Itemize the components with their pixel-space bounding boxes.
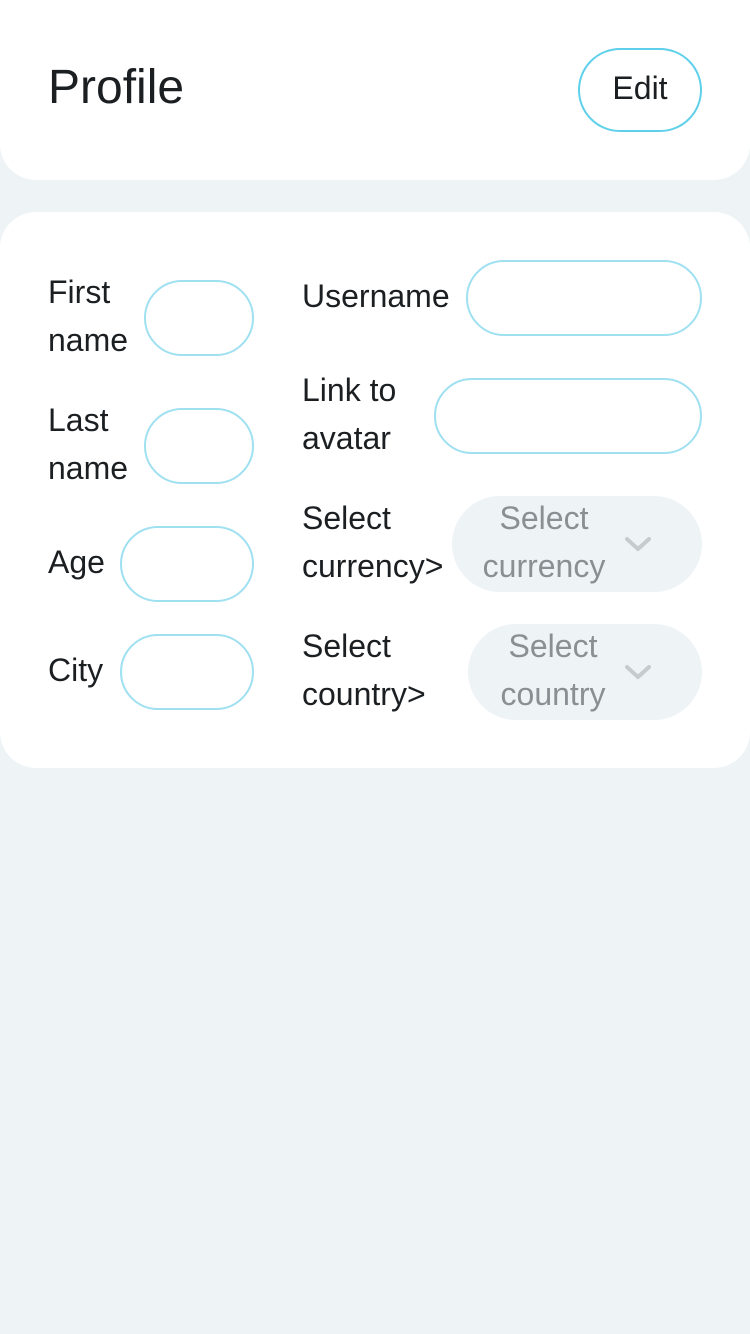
chevron-down-icon xyxy=(625,665,651,679)
first-name-label-line2: name xyxy=(48,322,129,358)
country-placeholder-line1: Select xyxy=(508,628,598,664)
country-label-line2: country> xyxy=(302,676,426,712)
profile-form-card: First name Last name Age City Username L… xyxy=(0,212,750,768)
currency-placeholder-line2: currency xyxy=(482,548,606,584)
country-label-line1: Select xyxy=(302,628,391,664)
currency-placeholder-line1: Select xyxy=(499,500,589,536)
avatar-link-label-line2: avatar xyxy=(302,420,391,456)
avatar-link-label: Link to avatar xyxy=(302,366,396,462)
username-input[interactable] xyxy=(466,260,702,336)
currency-select-placeholder: Select currency xyxy=(474,494,614,590)
age-label: Age xyxy=(48,544,105,580)
first-name-label: First name xyxy=(48,268,128,364)
username-label: Username xyxy=(302,278,450,314)
first-name-label-line1: First xyxy=(48,274,111,310)
page-title: Profile xyxy=(48,61,185,114)
edit-button[interactable]: Edit xyxy=(578,48,702,132)
age-input[interactable] xyxy=(120,526,254,602)
header-card: Profile Edit xyxy=(0,0,750,180)
city-label: City xyxy=(48,652,104,688)
last-name-label: Last name xyxy=(48,396,128,492)
last-name-label-line2: name xyxy=(48,450,129,486)
currency-select[interactable]: Select currency xyxy=(452,496,702,592)
last-name-input[interactable] xyxy=(144,408,254,484)
currency-label: Select currency> xyxy=(302,494,443,590)
avatar-link-input[interactable] xyxy=(434,378,702,454)
currency-label-line1: Select xyxy=(302,500,391,536)
country-select[interactable]: Select country xyxy=(468,624,702,720)
city-input[interactable] xyxy=(120,634,254,710)
currency-label-line2: currency> xyxy=(302,548,444,584)
country-label: Select country> xyxy=(302,622,426,718)
chevron-down-icon xyxy=(625,537,651,551)
first-name-input[interactable] xyxy=(144,280,254,356)
country-placeholder-line2: country xyxy=(500,676,606,712)
country-select-placeholder: Select country xyxy=(488,622,618,718)
avatar-link-label-line1: Link to xyxy=(302,372,397,408)
last-name-label-line1: Last xyxy=(48,402,109,438)
